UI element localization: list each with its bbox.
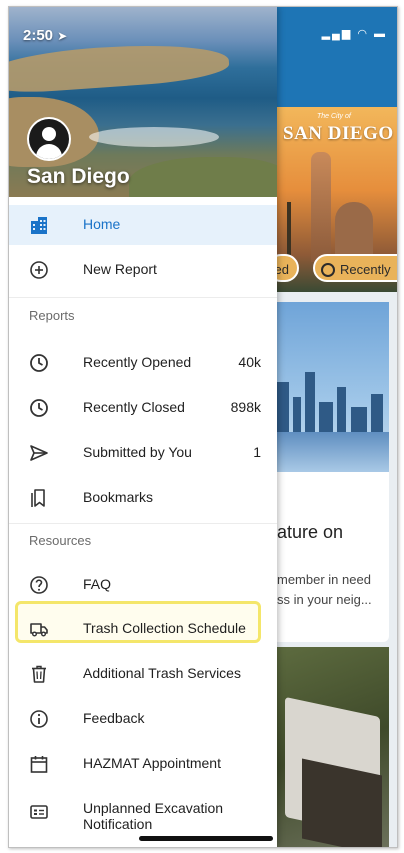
city-name: San Diego bbox=[27, 165, 130, 188]
surf-shape bbox=[89, 127, 219, 147]
nav-item-recently-closed[interactable]: Recently Closed 898k bbox=[9, 388, 277, 428]
skyline-building bbox=[337, 387, 346, 432]
cliff-shape bbox=[9, 38, 231, 96]
card-text-line: member in need bbox=[277, 572, 371, 587]
skyline-building bbox=[293, 397, 301, 432]
question-circle-icon bbox=[30, 576, 48, 594]
nav-item-label: FAQ bbox=[83, 576, 112, 592]
info-circle-icon bbox=[30, 710, 48, 728]
nav-item-label: Recently Closed bbox=[83, 399, 185, 415]
count-badge: 1 bbox=[253, 444, 261, 460]
phone-frame: ▂▄▆ ◠ ▬ The City of SAN DIEGO ed Recentl… bbox=[8, 6, 398, 848]
nav-item-label: New Report bbox=[83, 261, 157, 277]
clock-icon bbox=[321, 263, 335, 277]
nav-item-label: Feedback bbox=[83, 710, 145, 726]
nav-item-trash-collection-schedule[interactable]: Trash Collection Schedule bbox=[9, 609, 277, 649]
nav-item-recently-opened[interactable]: Recently Opened 40k bbox=[9, 343, 277, 383]
photo-card[interactable] bbox=[277, 647, 389, 847]
nav-item-new-report[interactable]: New Report bbox=[9, 250, 277, 290]
count-badge: 40k bbox=[238, 354, 261, 370]
nav-item-additional-trash-services[interactable]: Additional Trash Services bbox=[9, 654, 277, 694]
plus-circle-icon bbox=[30, 261, 48, 279]
send-icon bbox=[30, 445, 48, 461]
status-time: 2:50 ➤ bbox=[23, 27, 67, 44]
card-title: ature on bbox=[277, 522, 344, 542]
dome-shape bbox=[335, 202, 373, 262]
nav-item-label: Submitted by You bbox=[83, 444, 192, 460]
tower-shape bbox=[311, 152, 331, 262]
nav-item-label: Additional Trash Services bbox=[83, 665, 241, 681]
nav-item-label: HAZMAT Appointment bbox=[83, 755, 221, 771]
skyline-building bbox=[371, 394, 383, 432]
divider bbox=[9, 297, 277, 298]
nav-item-label: Bookmarks bbox=[83, 489, 154, 505]
grass-shape bbox=[129, 157, 277, 197]
hero-title: SAN DIEGO bbox=[283, 123, 394, 144]
clock-icon bbox=[30, 354, 48, 372]
card-text: member in need ss in your neig... bbox=[277, 570, 372, 610]
section-title-resources: Resources bbox=[29, 533, 92, 548]
drawer-header: 2:50 ➤ San Diego bbox=[9, 7, 277, 197]
skyline-building bbox=[319, 402, 333, 432]
skyline-building bbox=[305, 372, 315, 432]
skyline-building bbox=[351, 407, 367, 432]
nav-item-label: Recently Opened bbox=[83, 354, 192, 370]
water-reflection bbox=[277, 432, 389, 472]
news-card[interactable]: ature on member in need ss in your neig.… bbox=[277, 302, 389, 642]
background-header: ▂▄▆ ◠ ▬ bbox=[277, 7, 397, 107]
hero-subtitle: The City of bbox=[317, 113, 351, 120]
nav-item-home[interactable]: Home bbox=[9, 205, 277, 245]
nav-item-label: Trash Collection Schedule bbox=[83, 620, 246, 636]
nav-item-faq[interactable]: FAQ bbox=[9, 565, 277, 605]
skyline-image bbox=[277, 302, 389, 472]
nav-item-bookmarks[interactable]: Bookmarks bbox=[9, 478, 277, 518]
divider bbox=[9, 523, 277, 524]
clock-icon bbox=[30, 399, 48, 417]
user-silhouette-icon bbox=[29, 119, 69, 159]
truck-icon bbox=[30, 623, 48, 637]
home-indicator bbox=[139, 836, 273, 841]
navigation-drawer: 2:50 ➤ San Diego Home New Report Reports… bbox=[9, 7, 277, 847]
filter-chip-label: Recently bbox=[340, 262, 391, 277]
section-title-reports: Reports bbox=[29, 308, 75, 323]
nav-item-label: Unplanned Excavation Notification bbox=[83, 800, 224, 832]
avatar-head bbox=[42, 127, 56, 141]
trash-can-icon bbox=[32, 665, 46, 683]
nav-item-label: Home bbox=[83, 216, 121, 232]
id-card-icon bbox=[30, 805, 48, 819]
nav-item-submitted-by-you[interactable]: Submitted by You 1 bbox=[9, 433, 277, 473]
skyline-building bbox=[277, 382, 289, 432]
building-icon bbox=[31, 217, 47, 234]
calendar-icon bbox=[30, 756, 48, 773]
avatar[interactable] bbox=[27, 117, 71, 161]
nav-item-feedback[interactable]: Feedback bbox=[9, 699, 277, 739]
background-app: ▂▄▆ ◠ ▬ The City of SAN DIEGO ed Recentl… bbox=[267, 7, 397, 847]
status-time-text: 2:50 bbox=[23, 27, 54, 44]
status-icons: ▂▄▆ ◠ ▬ bbox=[321, 28, 387, 40]
count-badge: 898k bbox=[230, 399, 261, 415]
bookmarks-icon bbox=[31, 489, 45, 507]
avatar-body bbox=[36, 144, 62, 159]
filter-chip-recently[interactable]: Recently bbox=[313, 254, 397, 282]
nav-item-hazmat-appointment[interactable]: HAZMAT Appointment bbox=[9, 744, 277, 784]
card-text-line: ss in your neig... bbox=[277, 592, 372, 607]
location-arrow-icon: ➤ bbox=[57, 29, 68, 43]
